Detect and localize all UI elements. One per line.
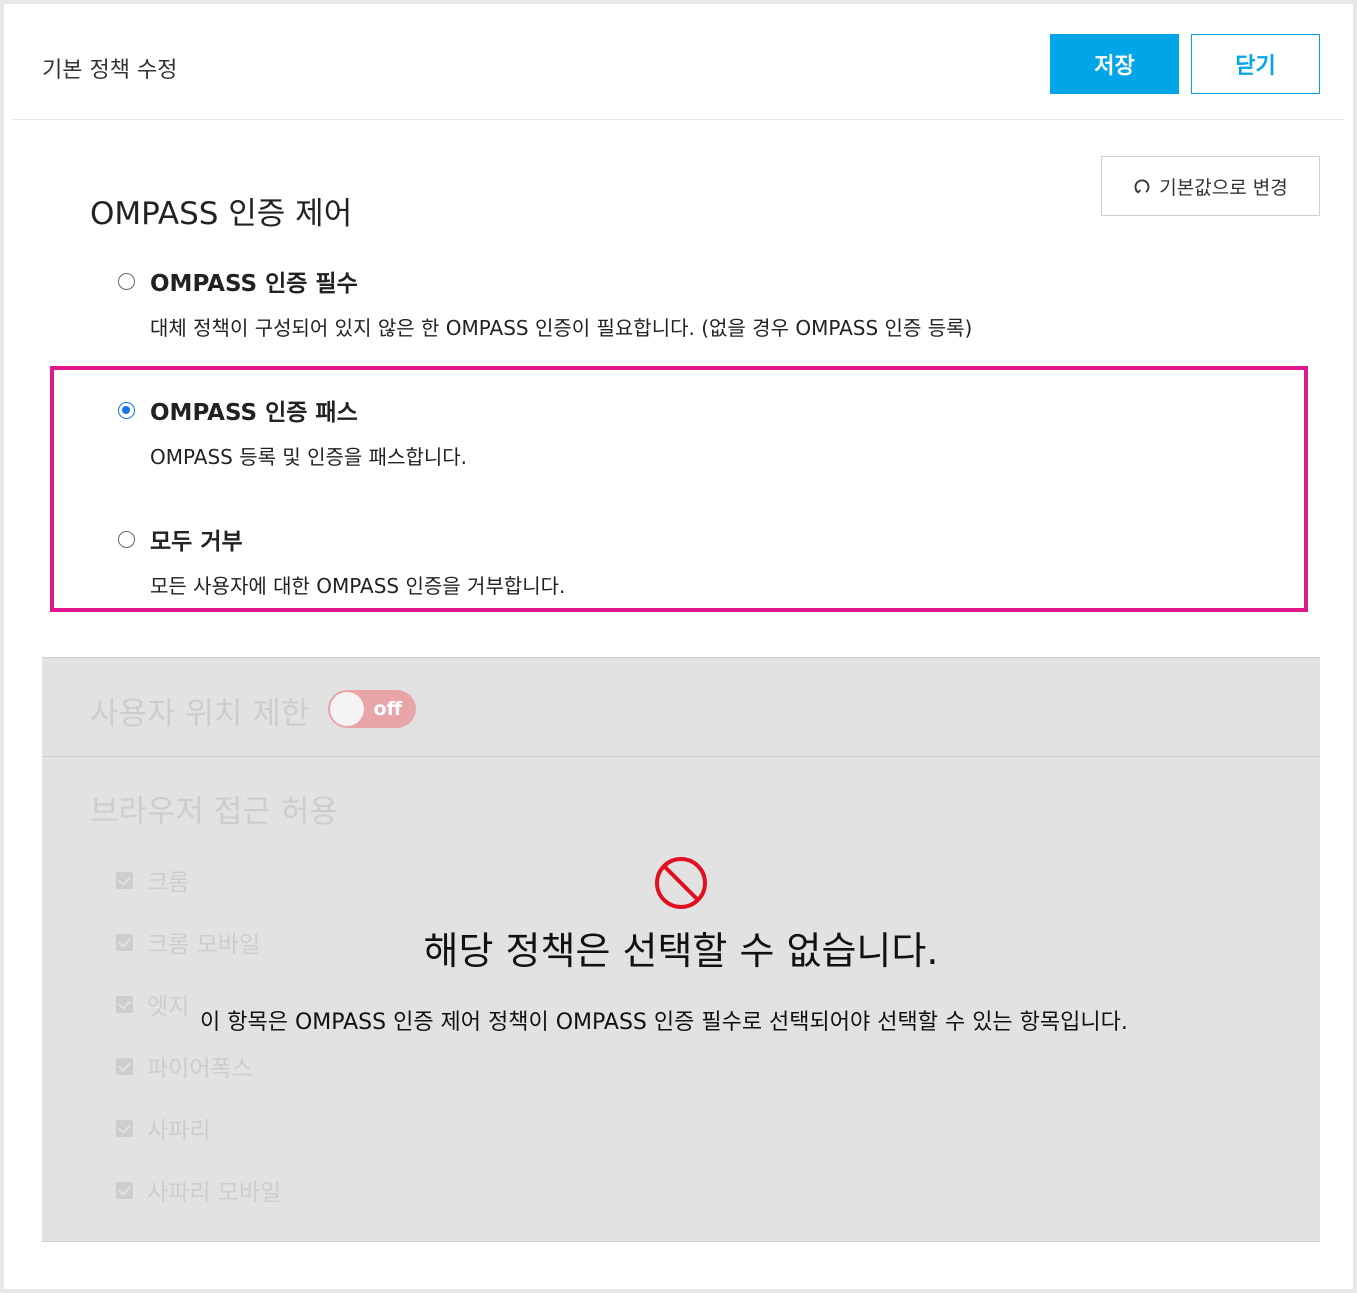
save-button[interactable]: 저장: [1050, 34, 1179, 94]
unavailable-description: 이 항목은 OMPASS 인증 제어 정책이 OMPASS 인증 필수로 선택되…: [200, 1010, 1128, 1035]
option-auth-required-label: OMPASS 인증 필수: [150, 271, 358, 297]
browser-item-label: 크롬: [147, 870, 190, 896]
browser-item-label: 엣지: [147, 994, 190, 1020]
browser-item-firefox[interactable]: 파이어폭스: [116, 1049, 253, 1083]
dialog-header: 기본 정책 수정 저장 닫기: [12, 4, 1344, 120]
location-limit-toggle[interactable]: off: [328, 690, 416, 728]
browser-item-label: 파이어폭스: [147, 1056, 253, 1082]
prohibited-icon: [655, 857, 707, 909]
checkbox-checked-icon[interactable]: [116, 995, 133, 1013]
checkbox-checked-icon[interactable]: [116, 1119, 133, 1137]
close-button[interactable]: 닫기: [1191, 34, 1320, 94]
browser-item-label: 사파리 모바일: [147, 1180, 282, 1206]
option-deny-all-label: 모두 거부: [150, 529, 243, 555]
page-title: 기본 정책 수정: [42, 58, 178, 83]
reset-defaults-button[interactable]: 기본값으로 변경: [1101, 156, 1320, 216]
browser-item-label: 사파리: [147, 1118, 211, 1144]
checkbox-checked-icon[interactable]: [116, 1181, 133, 1199]
option-auth-pass[interactable]: OMPASS 인증 패스: [118, 393, 358, 427]
radio-auth-pass[interactable]: [118, 401, 135, 419]
option-deny-all[interactable]: 모두 거부: [118, 522, 243, 556]
policy-edit-dialog: 기본 정책 수정 저장 닫기 기본값으로 변경 OMPASS 인증 제어 OMP…: [4, 4, 1353, 1289]
checkbox-checked-icon[interactable]: [116, 871, 133, 889]
toggle-state-label: off: [373, 698, 402, 720]
checkbox-checked-icon[interactable]: [116, 1057, 133, 1075]
option-auth-pass-desc: OMPASS 등록 및 인증을 패스합니다.: [150, 445, 468, 469]
option-deny-all-desc: 모든 사용자에 대한 OMPASS 인증을 거부합니다.: [150, 574, 566, 598]
toggle-knob: [330, 692, 364, 726]
radio-auth-required[interactable]: [118, 272, 135, 290]
option-auth-required-desc: 대체 정책이 구성되어 있지 않은 한 OMPASS 인증이 필요합니다. (없…: [150, 316, 973, 340]
option-auth-required[interactable]: OMPASS 인증 필수: [118, 264, 358, 298]
reset-defaults-label: 기본값으로 변경: [1159, 176, 1288, 199]
option-auth-pass-label: OMPASS 인증 패스: [150, 400, 358, 426]
location-limit-title: 사용자 위치 제한: [90, 696, 310, 732]
browser-item-safari[interactable]: 사파리: [116, 1111, 210, 1145]
section-divider: [42, 756, 1320, 757]
disabled-policy-panel: 사용자 위치 제한 off 브라우저 접근 허용 크롬 크롬 모바일 엣지 파이…: [42, 657, 1320, 1242]
reset-icon: [1134, 179, 1150, 194]
browser-item-edge[interactable]: 엣지: [116, 987, 189, 1021]
browser-access-title: 브라우저 접근 허용: [90, 794, 338, 830]
browser-item-chrome[interactable]: 크롬: [116, 863, 189, 897]
unavailable-title: 해당 정책은 선택할 수 없습니다.: [423, 929, 939, 973]
auth-control-title: OMPASS 인증 제어: [90, 196, 353, 232]
radio-deny-all[interactable]: [118, 530, 135, 548]
browser-item-safari-mobile[interactable]: 사파리 모바일: [116, 1173, 281, 1207]
